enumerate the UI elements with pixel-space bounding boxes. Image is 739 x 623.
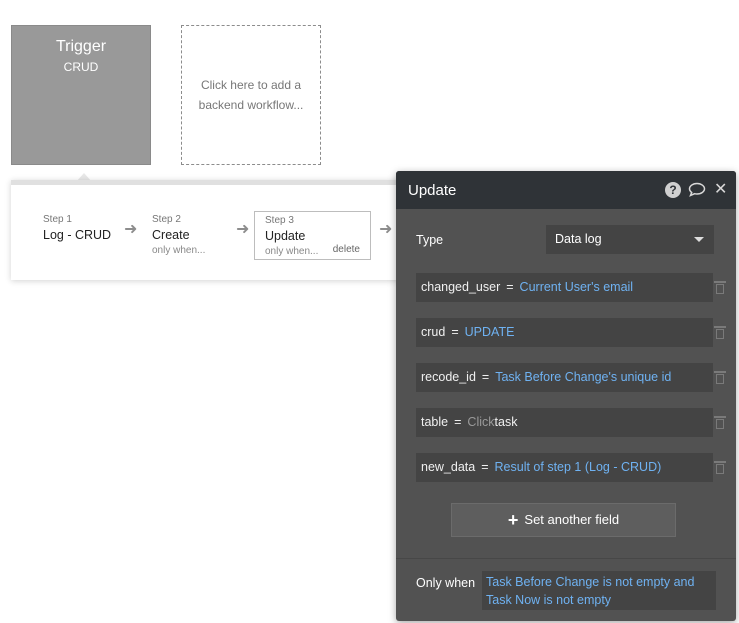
step-number: Step 1 <box>43 214 72 225</box>
equals-sign: = <box>454 415 462 429</box>
set-another-field-label: Set another field <box>524 512 620 527</box>
equals-sign: = <box>481 370 490 384</box>
trigger-title: Trigger <box>55 38 107 55</box>
workflow-steps-strip: Step 1 Log - CRUD ➜ Step 2 Create only w… <box>11 180 441 280</box>
field-name: crud <box>421 325 446 339</box>
help-icon[interactable]: ? <box>665 182 681 198</box>
field-expression[interactable]: Task Before Change's unique id <box>495 370 671 384</box>
trigger-subtitle: CRUD <box>63 60 99 74</box>
field-expression[interactable]: Current User's email <box>520 280 634 294</box>
field-name: table <box>421 415 449 429</box>
arrow-right-icon: ➜ <box>124 221 138 238</box>
step-number: Step 2 <box>152 214 181 225</box>
arrow-right-icon: ➜ <box>379 221 393 238</box>
step-condition: only when... <box>152 245 206 256</box>
field-row-recode-id[interactable]: recode_id = Task Before Change's unique id <box>416 363 713 392</box>
step-name: Update <box>265 229 306 243</box>
trash-icon[interactable] <box>714 416 726 430</box>
trash-icon[interactable] <box>714 371 726 385</box>
set-another-field-button[interactable]: + Set another field <box>451 503 676 537</box>
field-expression[interactable]: UPDATE <box>465 325 515 339</box>
type-dropdown[interactable]: Data log <box>546 225 714 254</box>
only-when-label: Only when <box>416 576 476 590</box>
divider <box>396 558 736 559</box>
trash-icon[interactable] <box>714 461 726 475</box>
field-row-new-data[interactable]: new_data = Result of step 1 (Log - CRUD) <box>416 453 713 482</box>
trigger-card[interactable]: Trigger CRUD <box>11 25 151 165</box>
close-icon[interactable]: ✕ <box>714 182 727 198</box>
field-static-value[interactable]: task <box>495 415 518 429</box>
chevron-down-icon <box>694 237 704 242</box>
update-action-panel: Update ? ✕ Type Data log changed_user = Cu… <box>396 171 736 621</box>
delete-step-link[interactable]: delete <box>333 244 360 255</box>
plus-icon: + <box>507 510 519 530</box>
add-backend-workflow-button[interactable]: Click here to add a backend workflow... <box>181 25 321 165</box>
step-number: Step 3 <box>265 215 294 226</box>
field-expression[interactable]: Result of step 1 (Log - CRUD) <box>495 460 662 474</box>
equals-sign: = <box>481 460 489 474</box>
trash-icon[interactable] <box>714 326 726 340</box>
field-row-changed-user[interactable]: changed_user = Current User's email <box>416 273 713 302</box>
only-when-condition-input[interactable]: Task Before Change is not empty and Task… <box>482 571 716 610</box>
trash-icon[interactable] <box>714 281 726 295</box>
type-label: Type <box>416 233 444 247</box>
workflow-step-2[interactable]: Step 2 Create only when... <box>152 214 205 262</box>
type-dropdown-value: Data log <box>555 232 602 246</box>
equals-sign: = <box>506 280 514 294</box>
panel-title: Update <box>408 182 457 199</box>
step-name: Create <box>152 228 190 242</box>
field-name: new_data <box>421 460 476 474</box>
field-name: changed_user <box>421 280 501 294</box>
field-placeholder[interactable]: Click <box>467 415 494 429</box>
comment-icon[interactable] <box>688 182 706 201</box>
panel-header: Update ? ✕ <box>396 171 736 209</box>
workflow-step-3[interactable]: Step 3 Update only when... delete <box>254 211 371 260</box>
field-row-table[interactable]: table = Clicktask <box>416 408 713 437</box>
field-name: recode_id <box>421 370 476 384</box>
workflow-step-1[interactable]: Step 1 Log - CRUD <box>43 214 111 262</box>
field-row-crud[interactable]: crud = UPDATE <box>416 318 713 347</box>
equals-sign: = <box>451 325 459 339</box>
arrow-right-icon: ➜ <box>236 221 250 238</box>
add-workflow-label: Click here to add a backend workflow... <box>198 78 304 112</box>
step-name: Log - CRUD <box>43 228 112 242</box>
